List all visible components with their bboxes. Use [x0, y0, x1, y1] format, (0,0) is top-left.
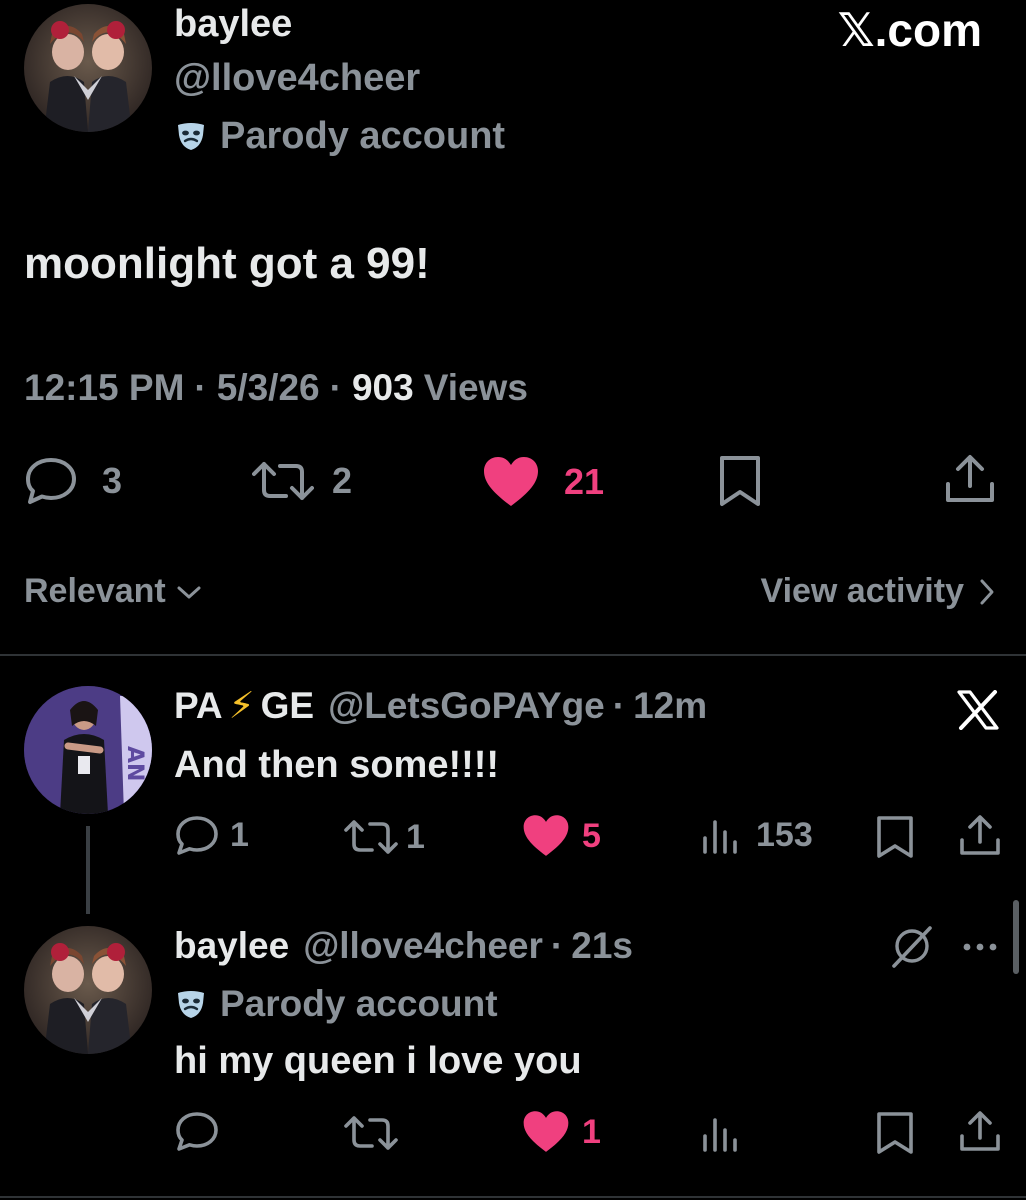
author-display-name[interactable]: baylee: [174, 2, 292, 46]
views-button[interactable]: 153: [700, 814, 813, 856]
sort-label: Relevant: [24, 572, 166, 610]
thread-line: [86, 826, 90, 914]
bookmark-icon: [874, 1110, 916, 1156]
repost-button[interactable]: [344, 1112, 398, 1154]
repost-count: 2: [332, 460, 353, 501]
share-button[interactable]: [958, 812, 1002, 858]
views-count: 153: [756, 815, 813, 854]
x-logo-icon: [956, 690, 1000, 730]
tweet-date: 5/3/26: [216, 367, 320, 408]
reply2-text: hi my queen i love you: [174, 1040, 582, 1082]
avatar[interactable]: [24, 4, 152, 132]
divider: [0, 1196, 1026, 1198]
avatar[interactable]: AN: [24, 686, 152, 814]
bookmark-button[interactable]: [874, 1110, 916, 1156]
like-count: 1: [582, 1112, 601, 1151]
heart-icon: [482, 456, 540, 508]
scrollbar[interactable]: [1013, 900, 1019, 974]
reply-count: 3: [102, 460, 123, 501]
reply-button[interactable]: 1: [174, 814, 249, 856]
like-button[interactable]: 21: [482, 456, 604, 508]
chevron-right-icon: [978, 577, 996, 607]
views-button[interactable]: [700, 1112, 742, 1154]
reply1-name-part1[interactable]: PA: [174, 684, 223, 728]
views-icon: [700, 814, 742, 856]
parody-label-text: Parody account: [220, 983, 498, 1024]
reply1-name-part2[interactable]: GE: [261, 684, 314, 728]
repost-icon: [252, 456, 314, 506]
repost-count: 1: [406, 817, 425, 856]
share-icon: [944, 452, 996, 506]
view-activity-label: View activity: [760, 572, 965, 610]
heart-icon: [522, 814, 570, 858]
lightning-emoji: ⚡: [228, 685, 255, 726]
share-icon: [958, 1108, 1002, 1154]
svg-text:AN: AN: [122, 746, 147, 781]
reply-icon: [24, 456, 78, 506]
share-icon: [958, 812, 1002, 858]
repost-icon: [344, 1112, 398, 1154]
like-button[interactable]: 5: [522, 814, 601, 858]
meta-separator: ·: [612, 685, 626, 726]
more-icon[interactable]: [962, 942, 998, 952]
chevron-down-icon: [176, 582, 202, 602]
repost-button[interactable]: 2: [252, 456, 352, 506]
sort-dropdown[interactable]: Relevant: [24, 572, 202, 611]
view-activity-link[interactable]: View activity: [761, 572, 997, 611]
reply-button[interactable]: 3: [24, 456, 122, 506]
repost-icon: [344, 816, 398, 858]
avatar[interactable]: [24, 926, 152, 1054]
reply1-time[interactable]: 12m: [633, 684, 707, 728]
bookmark-button[interactable]: [874, 814, 916, 860]
tweet-text: moonlight got a 99!: [24, 239, 430, 288]
reply-button[interactable]: [174, 1110, 220, 1152]
views-count[interactable]: 903: [352, 366, 414, 410]
grok-icon[interactable]: [888, 922, 936, 970]
like-button[interactable]: 1: [522, 1110, 601, 1154]
mask-icon: [174, 987, 208, 1021]
reply-count: 1: [230, 815, 249, 854]
reply2-time[interactable]: 21s: [571, 924, 633, 968]
meta-separator: ·: [329, 367, 342, 408]
reply1-text: And then some!!!!: [174, 744, 500, 786]
tweet-time: 12:15 PM: [24, 367, 185, 408]
reply-icon: [174, 1110, 220, 1152]
bookmark-button[interactable]: [716, 454, 764, 508]
parody-label: Parody account: [174, 114, 505, 158]
reply2-handle[interactable]: @llove4cheer: [303, 924, 543, 968]
heart-icon: [522, 1110, 570, 1154]
author-handle[interactable]: @llove4cheer: [174, 56, 420, 100]
mask-icon: [174, 119, 208, 153]
share-button[interactable]: [958, 1108, 1002, 1154]
repost-button[interactable]: 1: [344, 816, 425, 858]
like-count: 21: [564, 461, 605, 502]
like-count: 5: [582, 816, 601, 855]
reply-icon: [174, 814, 220, 856]
parody-label-text: Parody account: [220, 115, 506, 157]
reply1-header: PA ⚡ GE @LetsGoPAYge · 12m: [174, 684, 707, 728]
parody-label: Parody account: [174, 982, 498, 1026]
meta-separator: ·: [550, 925, 564, 966]
share-button[interactable]: [944, 452, 996, 506]
watermark: 𝕏.com: [837, 4, 982, 56]
reply2-display-name[interactable]: baylee: [174, 924, 289, 968]
tweet-meta: 12:15 PM · 5/3/26 · 903 Views: [24, 366, 528, 410]
reply2-header: baylee @llove4cheer · 21s: [174, 924, 633, 968]
bookmark-icon: [874, 814, 916, 860]
views-icon: [700, 1112, 742, 1154]
meta-separator: ·: [194, 367, 207, 408]
divider: [0, 654, 1026, 656]
bookmark-icon: [716, 454, 764, 508]
reply1-handle[interactable]: @LetsGoPAYge: [328, 684, 605, 728]
views-label[interactable]: Views: [424, 366, 528, 410]
